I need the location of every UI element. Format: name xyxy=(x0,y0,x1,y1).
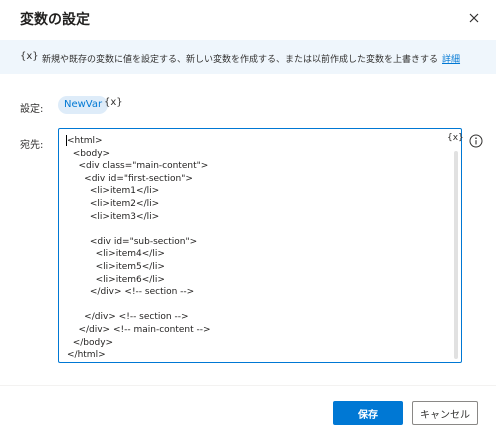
cancel-button[interactable]: キャンセル xyxy=(412,401,478,425)
variable-picker-icon[interactable]: {x} xyxy=(104,97,123,108)
value-textarea[interactable]: <html> <body> <div class="main-content">… xyxy=(67,135,211,362)
save-button[interactable]: 保存 xyxy=(333,401,403,425)
info-description: 新規や既存の変数に値を設定する、新しい変数を作成する、または以前作成した変数を上… xyxy=(42,55,439,65)
close-button[interactable] xyxy=(464,8,484,28)
value-editor[interactable]: <html> <body> <div class="main-content">… xyxy=(58,128,464,363)
info-text: 新規や既存の変数に値を設定する、新しい変数を作成する、または以前作成した変数を上… xyxy=(42,52,460,65)
editor-scrollbar[interactable] xyxy=(454,151,458,359)
info-bar: {x} 新規や既存の変数に値を設定する、新しい変数を作成する、または以前作成した… xyxy=(0,40,496,74)
variable-chip[interactable]: NewVar xyxy=(58,96,109,114)
set-variable-dialog: 変数の設定 {x} 新規や既存の変数に値を設定する、新しい変数を作成する、または… xyxy=(0,0,496,442)
info-icon[interactable] xyxy=(469,134,483,148)
variable-icon: {x} xyxy=(20,51,39,62)
dialog-title: 変数の設定 xyxy=(20,12,90,28)
insert-variable-icon[interactable]: {x} xyxy=(447,133,464,143)
learn-more-link[interactable]: 詳細 xyxy=(442,55,460,65)
close-icon xyxy=(469,13,479,23)
footer-divider xyxy=(0,385,496,386)
to-label: 宛先: xyxy=(20,140,44,151)
set-label: 設定: xyxy=(20,104,44,115)
text-caret xyxy=(66,135,67,146)
